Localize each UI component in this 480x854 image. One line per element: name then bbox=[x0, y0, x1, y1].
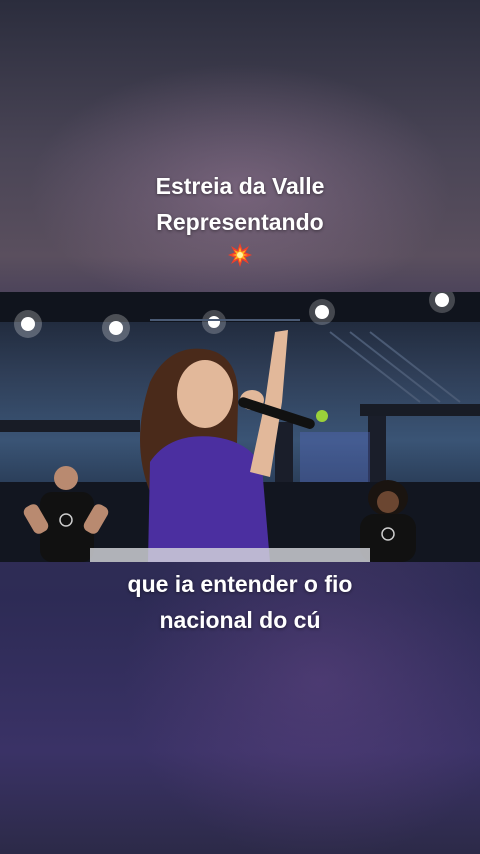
bottom-caption: que ia entender o fio nacional do cú bbox=[0, 566, 480, 638]
bottom-caption-line-2: nacional do cú bbox=[159, 607, 321, 633]
top-caption: Estreia da Valle Representando bbox=[0, 168, 480, 268]
cage-rail-right bbox=[360, 404, 480, 416]
collision-emoji-icon bbox=[228, 243, 252, 267]
video-scene bbox=[0, 292, 480, 562]
top-caption-line-1: Estreia da Valle bbox=[155, 173, 325, 199]
bottom-caption-line-1: que ia entender o fio bbox=[127, 571, 353, 597]
ceiling-truss bbox=[0, 292, 480, 322]
top-caption-line-2: Representando bbox=[156, 209, 324, 235]
cage-rail-left bbox=[0, 420, 140, 432]
video-frame[interactable] bbox=[0, 292, 480, 562]
video-post-screen: Estreia da Valle Representando que ia en… bbox=[0, 0, 480, 854]
